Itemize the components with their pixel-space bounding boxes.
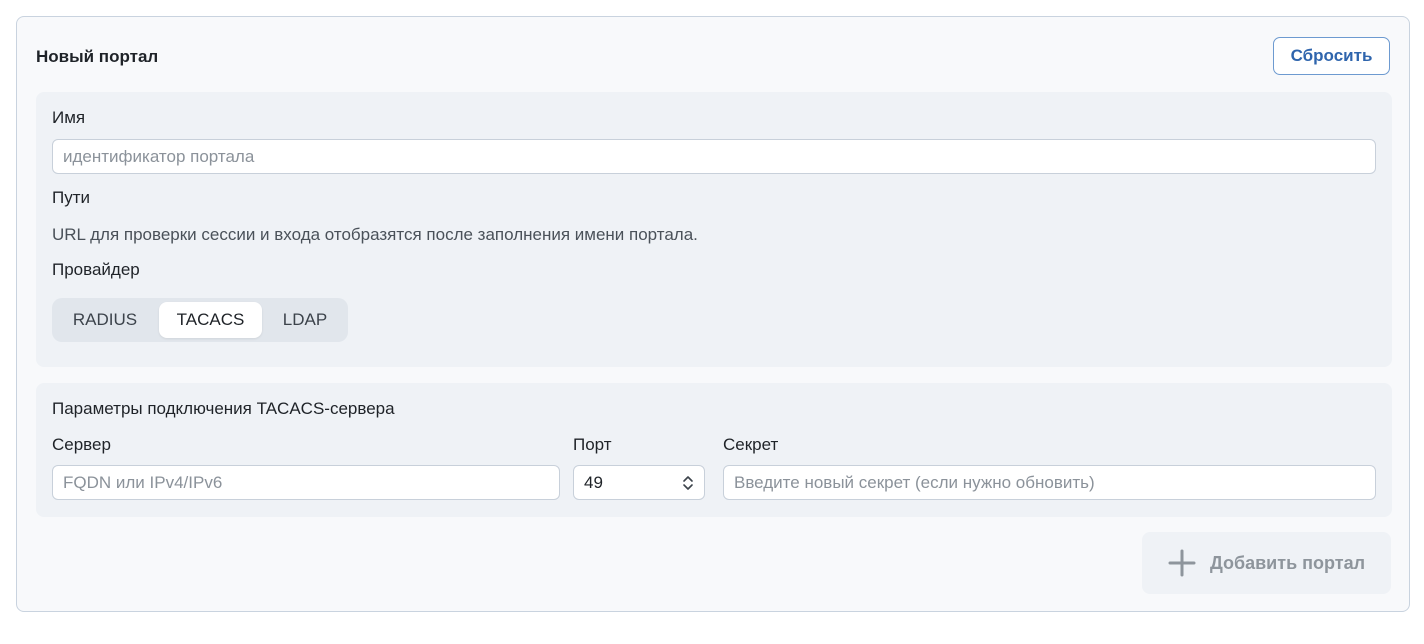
paths-hint: URL для проверки сессии и входа отобразя… xyxy=(52,225,698,244)
add-portal-label: Добавить портал xyxy=(1209,552,1366,573)
paths-label: Пути xyxy=(52,188,91,207)
card-header: Новый портал Сбросить xyxy=(36,37,1390,77)
name-label: Имя xyxy=(52,108,86,127)
new-portal-card: Новый портал Сбросить Имя Пути URL для п… xyxy=(16,16,1410,612)
secret-input[interactable] xyxy=(723,465,1376,500)
provider-label: Провайдер xyxy=(52,260,140,279)
reset-button[interactable]: Сбросить xyxy=(1273,37,1390,75)
provider-selector: RADIUS TACACS LDAP xyxy=(52,298,348,342)
provider-option-ldap[interactable]: LDAP xyxy=(266,302,344,338)
server-label: Сервер xyxy=(52,435,111,454)
server-input[interactable] xyxy=(52,465,560,500)
general-section: Имя Пути URL для проверки сессии и входа… xyxy=(36,92,1392,367)
add-portal-button[interactable]: Добавить портал xyxy=(1142,532,1391,594)
provider-option-radius[interactable]: RADIUS xyxy=(56,302,154,338)
secret-label: Секрет xyxy=(723,435,779,454)
plus-icon xyxy=(1168,549,1196,577)
connection-section: Параметры подключения TACACS-сервера Сер… xyxy=(36,383,1392,517)
port-field xyxy=(573,465,705,500)
provider-option-tacacs[interactable]: TACACS xyxy=(159,302,262,338)
port-label: Порт xyxy=(573,435,612,454)
page-title: Новый портал xyxy=(36,47,159,66)
connection-title: Параметры подключения TACACS-сервера xyxy=(52,399,395,418)
stepper-arrows-icon[interactable] xyxy=(682,473,694,493)
name-input[interactable] xyxy=(52,139,1376,174)
